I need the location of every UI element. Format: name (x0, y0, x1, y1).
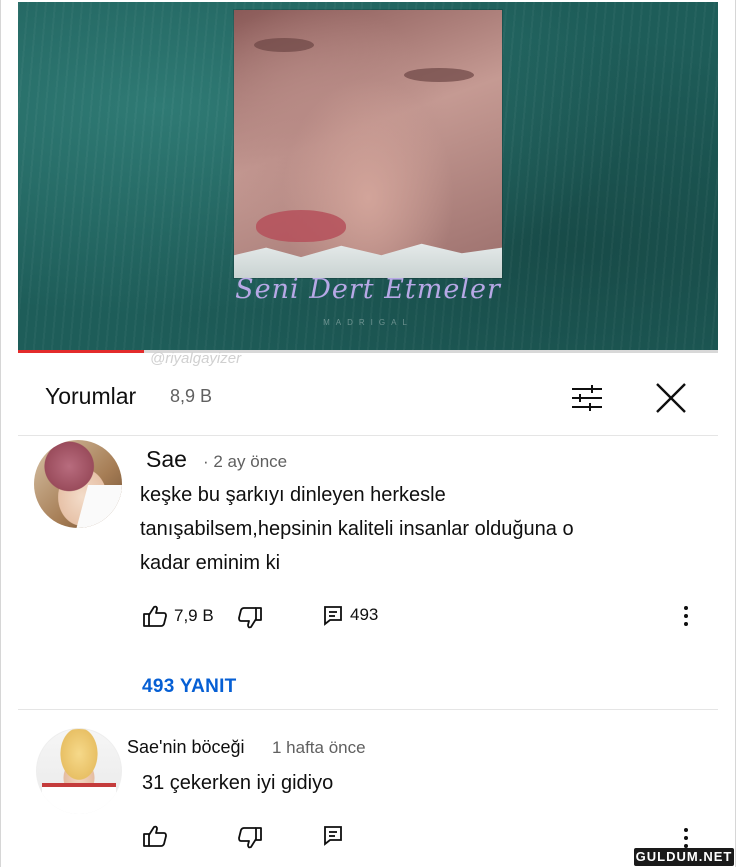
reply-button[interactable]: 493 (322, 604, 378, 626)
thumbs-up-icon (143, 605, 167, 627)
close-icon[interactable] (652, 379, 690, 417)
comments-header: Yorumlar 8,9 B (0, 375, 736, 425)
reply-icon (324, 826, 342, 846)
comment-divider (18, 709, 718, 710)
header-divider (18, 435, 718, 436)
reply-button[interactable] (322, 824, 344, 846)
artwork-eye-left (254, 38, 314, 52)
watermark: @riyalgayizer (150, 350, 242, 367)
thumbs-up-icon (143, 825, 167, 847)
thumbs-down-icon (238, 827, 262, 849)
comment-text: 31 çekerken iyi gidiyo (142, 766, 333, 800)
view-replies-link[interactable]: 493 YANIT (142, 676, 237, 698)
video-progress-fill (18, 350, 144, 353)
left-border (0, 0, 1, 867)
video-player[interactable]: Seni Dert Etmeler MADRIGAL (18, 2, 718, 352)
reply-icon (324, 606, 342, 626)
album-artwork (234, 10, 502, 278)
comment-author[interactable]: Sae'nin böceği (127, 737, 245, 758)
comment-author[interactable]: Sae (146, 446, 187, 473)
song-subtitle: MADRIGAL (323, 318, 413, 327)
dislike-button[interactable] (237, 606, 263, 630)
artwork-lips (256, 210, 346, 242)
artwork-torn-paper (234, 243, 502, 278)
like-button[interactable]: 7,9 B (142, 604, 214, 628)
sort-filter-icon[interactable] (568, 381, 606, 415)
avatar[interactable] (34, 440, 122, 528)
comment-time: · 2 ay önce (203, 452, 288, 471)
video-progress-bar[interactable] (18, 350, 718, 353)
comment-text-line: 31 çekerken iyi gidiyo (142, 772, 334, 794)
song-title: Seni Dert Etmeler (235, 274, 501, 305)
comment-text-line: tanışabilsem,hepsinin kaliteli insanlar … (140, 518, 574, 540)
comments-title: Yorumlar (45, 383, 137, 409)
more-options-icon[interactable] (680, 604, 692, 633)
comment-text-line: kadar eminim ki (140, 552, 281, 574)
avatar[interactable] (36, 728, 122, 814)
comments-count: 8,9 B (170, 386, 213, 406)
artwork-eye-right (404, 68, 474, 82)
comment-text-line: keşke bu şarkıyı dinleyen herkesle (140, 484, 446, 506)
reply-count: 493 (350, 605, 379, 624)
thumbs-down-icon (238, 607, 262, 629)
site-logo: GULDUM.NET (634, 848, 734, 866)
dislike-button[interactable] (237, 826, 263, 850)
comment-text: keşke bu şarkıyı dinleyen herkesle tanış… (140, 478, 574, 580)
comment-time: 1 hafta önce (272, 738, 366, 757)
like-button[interactable] (142, 824, 168, 848)
like-count: 7,9 B (174, 606, 214, 625)
